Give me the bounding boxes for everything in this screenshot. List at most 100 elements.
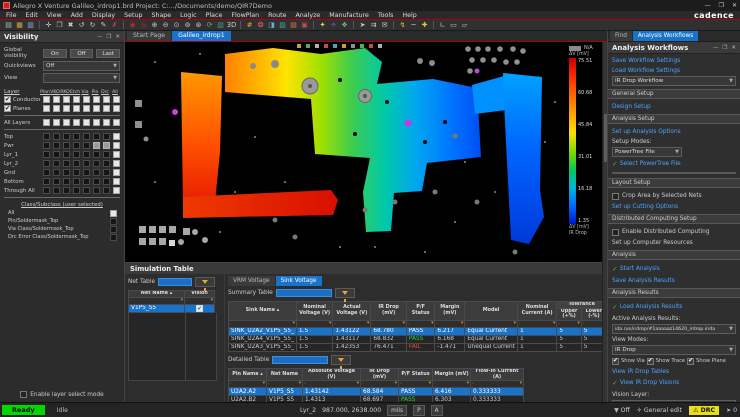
summary-filter-button[interactable]	[335, 288, 355, 298]
vis-cell-gnd-all[interactable]	[113, 169, 120, 176]
column-header[interactable]: IR Drop (mV)	[361, 368, 399, 380]
design-canvas[interactable]: N/A ΔV [mV] 75.5160.6845.8431.0116.181.3…	[125, 42, 607, 262]
vis-cell-pwr-drc[interactable]	[103, 142, 110, 149]
slide-icon[interactable]: ➤	[357, 21, 368, 30]
vis-cell-all-layers-all[interactable]	[113, 119, 120, 126]
vision-manager-icon[interactable]: ◨	[266, 21, 277, 30]
filter-cell[interactable]: ·▾	[406, 320, 434, 327]
vis-cell-pwr-vko[interactable]	[53, 142, 60, 149]
graphics-tune-icon[interactable]: ❖	[339, 21, 350, 30]
vis-cell-all-layers-pin[interactable]	[93, 119, 100, 126]
panel-minimize-icon[interactable]: —	[97, 34, 103, 40]
vis-cell-through-all-all[interactable]	[113, 187, 120, 194]
vis-cell-planes-plan[interactable]	[43, 105, 50, 112]
vis-cell-conductors-rko[interactable]	[63, 96, 70, 103]
zoom-fit-icon[interactable]: ◎	[138, 21, 149, 30]
vis-cell-top-etch[interactable]	[73, 133, 80, 140]
vis-cell-gnd-drc[interactable]	[103, 169, 110, 176]
panel-close-icon[interactable]: ✕	[115, 34, 120, 40]
menu-file[interactable]: File	[6, 12, 17, 19]
show-trace-checkbox[interactable]	[647, 358, 654, 365]
enable-distributed-checkbox[interactable]	[612, 229, 619, 236]
new-drawing-icon[interactable]: ▤	[3, 21, 14, 30]
vis-cell-top-via[interactable]	[83, 133, 90, 140]
vis-cell-planes-pin[interactable]	[93, 105, 100, 112]
vis-cell-gnd-vko[interactable]	[53, 169, 60, 176]
vis-cell-conductors-pin[interactable]	[93, 96, 100, 103]
planes-checkbox[interactable]	[4, 105, 11, 112]
section-analysis-setup[interactable]: Analysis Setup	[608, 114, 740, 124]
filter-cell[interactable]: ·▾	[557, 320, 581, 327]
redo-icon[interactable]: ↻	[87, 21, 98, 30]
fix-icon[interactable]: ✎	[98, 21, 109, 30]
vis-cell-through-all-drc[interactable]	[103, 187, 110, 194]
drafting-icon[interactable]: ▱	[459, 21, 470, 30]
text-edit-icon[interactable]: ▭	[448, 21, 459, 30]
column-header[interactable]: Vision	[185, 291, 215, 298]
filter-cell[interactable]: ·▾	[303, 381, 361, 388]
tab-find[interactable]: Find	[610, 31, 632, 41]
filter-cell[interactable]: ·▾	[517, 320, 556, 327]
column-header[interactable]: Margin (mV)	[433, 368, 471, 380]
panel-float-icon[interactable]: ❐	[106, 34, 111, 40]
menu-add[interactable]: Add	[71, 12, 83, 19]
vis-cell-pwr-pin[interactable]	[93, 142, 100, 149]
column-header[interactable]: Margin (mV)	[435, 302, 465, 321]
vis-cell-all-layers-rko[interactable]	[63, 119, 70, 126]
vis-cell-pwr-via[interactable]	[83, 142, 90, 149]
menu-place[interactable]: Place	[206, 12, 223, 19]
tab-analysis-workflows[interactable]: Analysis Workflows	[633, 31, 698, 41]
column-header[interactable]: Sink Name ▴	[229, 302, 297, 321]
vis-cell-through-all-via[interactable]	[83, 187, 90, 194]
vis-cell-top-drc[interactable]	[103, 133, 110, 140]
menu-analyze[interactable]: Analyze	[295, 12, 320, 19]
vis-cell-bottom-drc[interactable]	[103, 178, 110, 185]
copy-icon[interactable]: ❐	[54, 21, 65, 30]
zoom-in-icon[interactable]: ⊕	[149, 21, 160, 30]
vis-cell-all-layers-plan[interactable]	[43, 119, 50, 126]
vertex-edit-icon[interactable]: ✚	[419, 21, 430, 30]
vis-cell-lyr-2-all[interactable]	[113, 160, 120, 167]
vis-cell-lyr-1-all[interactable]	[113, 151, 120, 158]
vis-cell-top-vko[interactable]	[53, 133, 60, 140]
column-header[interactable]: Nominal Voltage (V)	[296, 302, 332, 321]
vis-cell-planes-vko[interactable]	[53, 105, 60, 112]
filter-cell[interactable]: ·▾	[296, 320, 332, 327]
vis-cell-pwr-plan[interactable]	[43, 142, 50, 149]
menu-shape[interactable]: Shape	[151, 12, 171, 19]
minimize-button[interactable]: —	[705, 2, 711, 9]
section-layout-setup[interactable]: Layout Setup	[608, 178, 740, 188]
active-results-select[interactable]: ida.run/irdrop/#1aaaaaz14620_irdrop.irid…	[612, 324, 736, 334]
start-analysis-link[interactable]: Start Analysis	[620, 266, 660, 272]
vis-cell-lyr-1-etch[interactable]	[73, 151, 80, 158]
design-setup-link[interactable]: Design Setup	[612, 104, 736, 110]
workflow-select[interactable]: IR Drop Workflow▼	[612, 76, 736, 86]
drc-status-badge[interactable]: ⚠DRC	[689, 406, 719, 415]
zoom-points-icon[interactable]: ◉	[127, 21, 138, 30]
table-row[interactable]: SINK_U2A4_V1P5_S5_1.51.4311768.832PASS6.…	[229, 335, 607, 343]
p-button[interactable]: P	[413, 405, 425, 416]
select-powertree-file-link[interactable]: Select PowerTree File	[620, 161, 681, 167]
save-drawing-icon[interactable]: ▥	[25, 21, 36, 30]
menu-manufacture[interactable]: Manufacture	[329, 12, 369, 19]
filter-cell[interactable]: ·▾	[399, 381, 433, 388]
section-analysis[interactable]: Analysis	[608, 250, 740, 260]
zoom-previous-icon[interactable]: ⊙	[171, 21, 182, 30]
vis-cell-top-all[interactable]	[113, 133, 120, 140]
menu-flowplan[interactable]: FlowPlan	[231, 12, 259, 19]
vis-cell-conductors-etch[interactable]	[73, 96, 80, 103]
table-row[interactable]: V1P5_S5✔	[129, 304, 215, 312]
dehighlight-icon[interactable]: ✧	[328, 21, 339, 30]
table-row[interactable]: U2A2.A2V1P5_S51.4314268.584PASS6.4160.33…	[229, 388, 524, 396]
vis-cell-lyr-2-pin[interactable]	[93, 160, 100, 167]
quickviews-select[interactable]: Off▼	[43, 61, 120, 71]
vis-cell-lyr-2-drc[interactable]	[103, 160, 110, 167]
canvas-vertical-scrollbar[interactable]	[602, 42, 607, 402]
open-drawing-icon[interactable]: ▦	[14, 21, 25, 30]
panel-float-icon[interactable]: ❐	[722, 45, 727, 51]
undo-icon[interactable]: ↺	[76, 21, 87, 30]
highlight-icon[interactable]: ✦	[317, 21, 328, 30]
delete-icon[interactable]: ✖	[65, 21, 76, 30]
conductors-checkbox[interactable]	[4, 96, 11, 103]
vis-cell-through-all-pin[interactable]	[93, 187, 100, 194]
